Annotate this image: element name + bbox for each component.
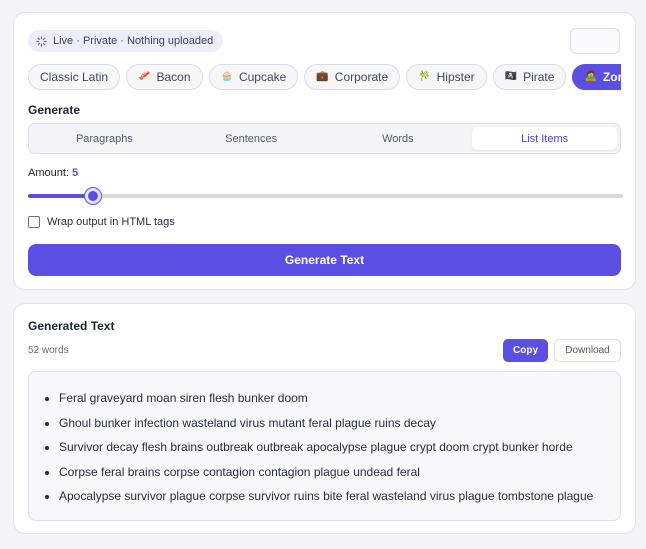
- theme-chip-zombie[interactable]: 🧟 Zombie: [572, 64, 621, 90]
- amount-value: 5: [72, 167, 79, 179]
- output-text-box[interactable]: Feral graveyard moan siren flesh bunker …: [28, 371, 621, 521]
- theme-chip-label: Cupcake: [238, 70, 287, 84]
- theme-selector: Classic Latin 🥓 Bacon 🧁 Cupcake 💼 Corporate 🎋 Hi…: [28, 64, 621, 90]
- output-list: Feral graveyard moan siren flesh bunker …: [59, 386, 604, 509]
- tab-sentences[interactable]: Sentences: [179, 127, 324, 150]
- list-item: Apocalypse survivor plague corpse surviv…: [59, 484, 604, 509]
- theme-chip-label: Zombie: [602, 70, 621, 84]
- theme-chip-pirate[interactable]: 🏴‍☠️ Pirate: [492, 64, 567, 90]
- tab-paragraphs[interactable]: Paragraphs: [32, 127, 177, 150]
- generate-button[interactable]: Generate Text: [28, 244, 621, 276]
- wrap-html-option[interactable]: Wrap output in HTML tags: [28, 216, 175, 228]
- slider-thumb[interactable]: [85, 188, 101, 204]
- theme-chip-bacon[interactable]: 🥓 Bacon: [126, 64, 203, 90]
- bamboo-icon: 🎋: [418, 71, 431, 82]
- list-item: Ghoul bunker infection wasteland virus m…: [59, 411, 604, 436]
- spinner-icon: [36, 35, 47, 47]
- briefcase-icon: 💼: [316, 71, 329, 82]
- copy-button[interactable]: Copy: [503, 339, 548, 362]
- theme-chip-label: Classic Latin: [40, 70, 109, 84]
- amount-slider[interactable]: [28, 188, 623, 204]
- theme-chip-cupcake[interactable]: 🧁 Cupcake: [208, 64, 299, 90]
- zombie-icon: 🧟: [584, 71, 597, 82]
- wrap-html-label: Wrap output in HTML tags: [47, 216, 175, 228]
- word-count: 52 words: [28, 345, 69, 356]
- status-text: Live · Private · Nothing uploaded: [53, 35, 214, 47]
- slider-fill: [28, 194, 93, 198]
- download-button[interactable]: Download: [554, 339, 621, 362]
- theme-chip-classic-latin[interactable]: Classic Latin: [28, 64, 121, 90]
- output-card: Generated Text 52 words Copy Download Fe…: [13, 303, 636, 534]
- list-item: Feral graveyard moan siren flesh bunker …: [59, 386, 604, 411]
- amount-label: Amount: 5: [28, 167, 78, 179]
- tab-list-items[interactable]: List Items: [472, 127, 617, 150]
- output-title: Generated Text: [28, 319, 115, 333]
- theme-chip-corporate[interactable]: 💼 Corporate: [304, 64, 401, 90]
- theme-toggle-button[interactable]: [570, 28, 620, 54]
- theme-chip-hipster[interactable]: 🎋 Hipster: [406, 64, 487, 90]
- theme-chip-label: Pirate: [523, 70, 555, 84]
- mode-selector: Paragraphs Sentences Words List Items: [28, 123, 621, 154]
- list-item: Survivor decay flesh brains outbreak out…: [59, 435, 604, 460]
- pirate-flag-icon: 🏴‍☠️: [504, 71, 518, 82]
- theme-chip-label: Corporate: [334, 70, 389, 84]
- theme-chip-label: Bacon: [156, 70, 191, 84]
- tab-words[interactable]: Words: [326, 127, 471, 150]
- cupcake-icon: 🧁: [220, 71, 233, 82]
- amount-label-text: Amount:: [28, 167, 69, 179]
- theme-chip-label: Hipster: [436, 70, 475, 84]
- wrap-html-checkbox[interactable]: [28, 216, 40, 228]
- slider-track[interactable]: [28, 194, 623, 198]
- list-item: Corpse feral brains corpse contagion con…: [59, 460, 604, 485]
- status-badge: Live · Private · Nothing uploaded: [28, 30, 224, 52]
- generate-label: Generate: [28, 103, 81, 117]
- generator-card: Live · Private · Nothing uploaded Classi…: [13, 12, 636, 290]
- bacon-icon: 🥓: [138, 71, 151, 82]
